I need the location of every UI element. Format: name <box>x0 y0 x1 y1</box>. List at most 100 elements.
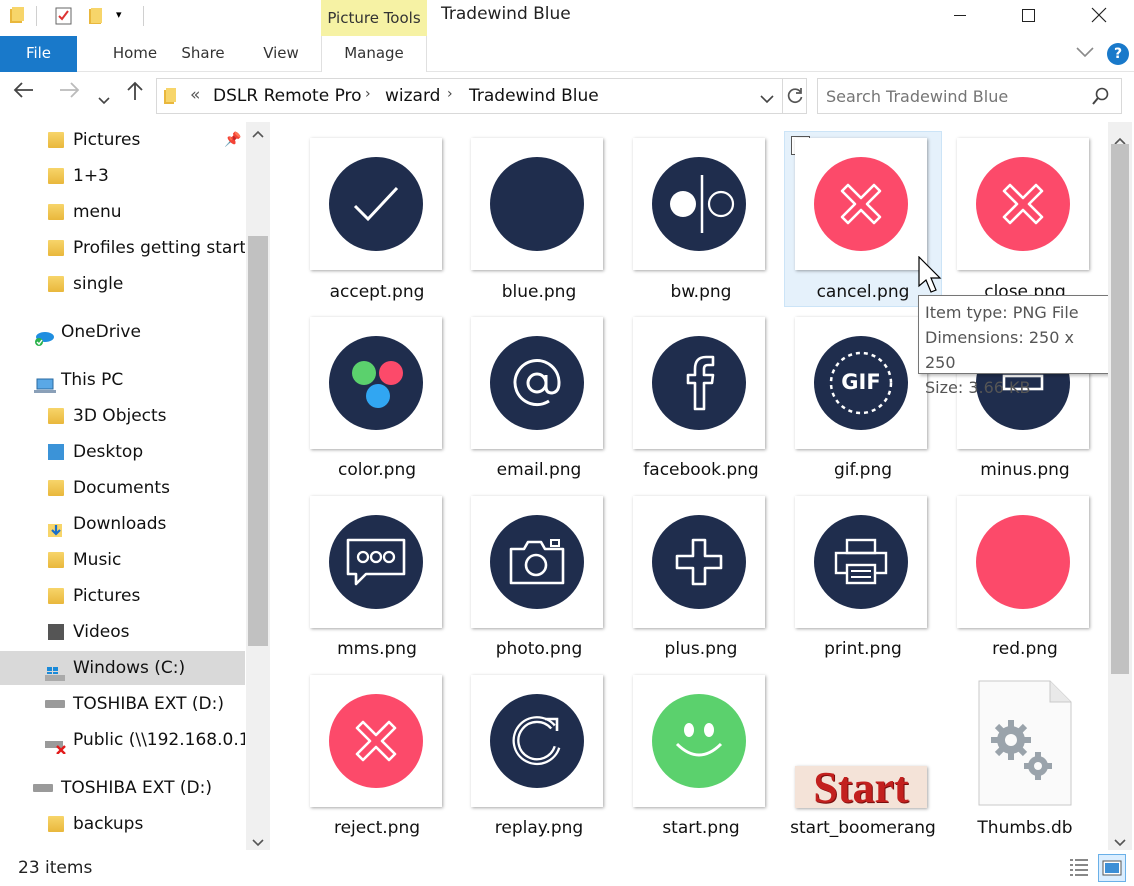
content-scrollbar-thumb[interactable] <box>1111 144 1129 674</box>
large-icons-view-button[interactable] <box>1098 854 1126 882</box>
refresh-icon[interactable] <box>786 87 804 109</box>
thumbnail-start[interactable] <box>633 675 765 807</box>
thumbnail-mms[interactable] <box>310 496 442 628</box>
details-view-button[interactable] <box>1068 856 1092 880</box>
file-name[interactable]: plus.png <box>620 639 782 659</box>
file-name[interactable]: gif.png <box>782 460 944 480</box>
nav-item-profiles-getting-started[interactable]: Profiles getting started <box>0 231 245 265</box>
breadcrumb-dslr-remote-pro[interactable]: DSLR Remote Pro <box>213 86 362 106</box>
nav-item-backups[interactable]: backups <box>0 807 245 841</box>
breadcrumb-separator-icon[interactable]: › <box>365 86 371 102</box>
file-name[interactable]: replay.png <box>458 818 620 838</box>
nav-item-music[interactable]: Music <box>0 543 245 577</box>
customize-toolbar-icon[interactable]: ▾ <box>116 8 136 28</box>
file-name[interactable]: color.png <box>296 460 458 480</box>
thumbnail-color[interactable] <box>310 317 442 449</box>
file-name[interactable]: mms.png <box>296 639 458 659</box>
nav-item-pictures[interactable]: Pictures 📌 <box>0 123 245 157</box>
file-name[interactable]: photo.png <box>458 639 620 659</box>
forward-button[interactable] <box>58 80 80 104</box>
search-input[interactable] <box>826 85 1086 107</box>
thumbnail-facebook[interactable] <box>633 317 765 449</box>
address-dropdown-icon[interactable] <box>760 89 774 108</box>
tab-file[interactable]: File <box>0 36 77 72</box>
thumbnail-accept[interactable] <box>310 138 442 270</box>
scroll-down-icon[interactable] <box>1114 832 1126 851</box>
up-arrow-icon <box>127 81 143 100</box>
file-name[interactable]: start.png <box>620 818 782 838</box>
nav-item-3d-objects[interactable]: 3D Objects <box>0 399 245 433</box>
back-button[interactable] <box>13 80 35 104</box>
thumbnail-close[interactable] <box>957 138 1089 270</box>
thumbnail-thumbs-db[interactable] <box>978 680 1072 806</box>
help-icon[interactable]: ? <box>1107 43 1129 65</box>
nav-item-toshiba-ext-d[interactable]: TOSHIBA EXT (D:) <box>0 687 245 721</box>
file-name[interactable]: start_boomerang <box>782 818 944 844</box>
nav-item-videos[interactable]: Videos <box>0 615 245 649</box>
nav-item-toshiba-ext-d-root[interactable]: TOSHIBA EXT (D:) <box>0 771 245 805</box>
thumbnail-print[interactable] <box>795 496 927 628</box>
up-button[interactable] <box>125 80 145 107</box>
nav-item-desktop[interactable]: Desktop <box>0 435 245 469</box>
nav-item-public-network[interactable]: Public (\\192.168.0.12 <box>0 723 245 757</box>
thumbnail-blue[interactable] <box>471 138 603 270</box>
breadcrumb-overflow[interactable]: « <box>190 85 200 105</box>
nav-item-1-3[interactable]: 1+3 <box>0 159 245 193</box>
expand-ribbon-icon[interactable] <box>1075 44 1095 63</box>
folder-icon <box>48 816 64 832</box>
gif-label: GIF <box>841 370 881 394</box>
file-name[interactable]: print.png <box>782 639 944 659</box>
scroll-up-icon[interactable] <box>252 128 264 141</box>
breadcrumb-separator-icon[interactable]: › <box>447 86 453 102</box>
maximize-button[interactable] <box>993 0 1063 30</box>
thumbnail-gif[interactable]: GIF <box>795 317 927 449</box>
nav-item-documents[interactable]: Documents <box>0 471 245 505</box>
file-name[interactable]: facebook.png <box>620 460 782 480</box>
start-text-image-icon[interactable]: Start <box>795 763 927 812</box>
file-name[interactable]: reject.png <box>296 818 458 838</box>
tab-view[interactable]: View <box>248 36 314 72</box>
file-name[interactable]: bw.png <box>620 282 782 302</box>
thumbnail-cancel[interactable] <box>795 138 927 270</box>
file-name[interactable]: email.png <box>458 460 620 480</box>
file-name[interactable]: Thumbs.db <box>944 818 1106 838</box>
properties-icon[interactable] <box>54 6 74 26</box>
thumbnail-email[interactable] <box>471 317 603 449</box>
file-name[interactable]: blue.png <box>458 282 620 302</box>
content-scrollbar[interactable] <box>1108 122 1132 850</box>
nav-item-windows-c[interactable]: Windows (C:) <box>0 651 245 685</box>
nav-item-single[interactable]: single <box>0 267 245 301</box>
close-button[interactable] <box>1064 0 1134 30</box>
file-name[interactable]: accept.png <box>296 282 458 302</box>
breadcrumb-tradewind-blue[interactable]: Tradewind Blue <box>469 86 599 106</box>
address-bar[interactable]: « DSLR Remote Pro › wizard › Tradewind B… <box>156 78 807 114</box>
file-name[interactable]: red.png <box>944 639 1106 659</box>
breadcrumb-wizard[interactable]: wizard <box>385 86 440 106</box>
minimize-button[interactable] <box>925 0 995 30</box>
thumbnail-plus[interactable] <box>633 496 765 628</box>
nav-item-pictures-pc[interactable]: Pictures <box>0 579 245 613</box>
recent-locations-button[interactable] <box>98 86 110 110</box>
thumbnail-photo[interactable] <box>471 496 603 628</box>
nav-item-downloads[interactable]: Downloads <box>0 507 245 541</box>
reject-x-icon <box>329 694 423 788</box>
nav-scrollbar-thumb[interactable] <box>248 236 268 646</box>
new-folder-icon[interactable] <box>87 6 107 26</box>
tab-manage[interactable]: Manage <box>321 36 427 72</box>
start-image-text: Start <box>813 763 909 812</box>
pin-icon[interactable]: 📌 <box>224 123 241 157</box>
nav-item-onedrive[interactable]: OneDrive <box>0 315 245 349</box>
nav-item-this-pc[interactable]: This PC <box>0 363 245 397</box>
thumbnail-bw[interactable] <box>633 138 765 270</box>
file-name[interactable]: minus.png <box>944 460 1106 480</box>
nav-scrollbar[interactable] <box>246 122 270 850</box>
search-box[interactable] <box>817 78 1122 114</box>
thumbnail-red[interactable] <box>957 496 1089 628</box>
thumbnail-reject[interactable] <box>310 675 442 807</box>
scroll-down-icon[interactable] <box>252 832 264 851</box>
thumbnail-replay[interactable] <box>471 675 603 807</box>
nav-item-menu[interactable]: menu <box>0 195 245 229</box>
search-icon[interactable] <box>1092 87 1110 109</box>
tab-share[interactable]: Share <box>168 36 238 72</box>
bw-icon <box>652 157 746 251</box>
